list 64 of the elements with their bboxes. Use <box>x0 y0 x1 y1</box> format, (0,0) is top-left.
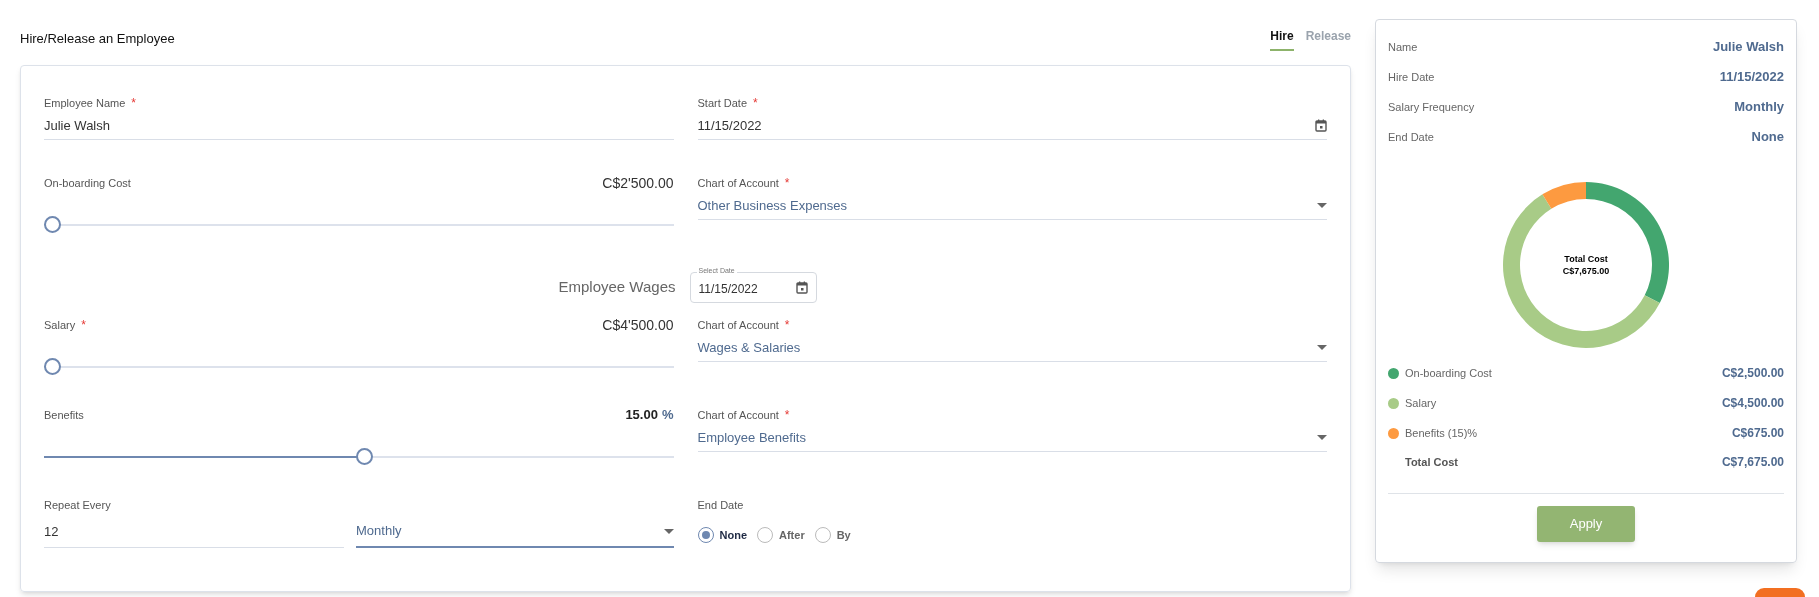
radio-option[interactable]: After <box>757 527 805 544</box>
section-heading: Employee Wages <box>558 276 676 297</box>
tab[interactable]: Hire <box>1270 26 1294 51</box>
required-mark: * <box>753 95 758 112</box>
radio-option[interactable]: By <box>814 527 851 544</box>
chart-center-value: C$7,675.00 <box>1562 265 1610 277</box>
floating-action-button[interactable] <box>1755 588 1805 597</box>
required-mark: * <box>81 317 86 334</box>
dropdown-field[interactable]: Employee Benefits <box>697 424 1327 452</box>
summary-value: Monthly <box>1734 98 1784 117</box>
summary-label: Salary Frequency <box>1388 99 1475 115</box>
caret-icon <box>663 528 674 534</box>
legend-label: Salary <box>1405 395 1437 411</box>
summary-label: Name <box>1388 39 1418 55</box>
chart-center-label: Total Cost <box>1564 253 1608 265</box>
summary-label: Hire Date <box>1388 69 1435 85</box>
input-field[interactable]: Julie Walsh <box>44 112 674 140</box>
input-field[interactable]: 11/15/2022 <box>697 112 1327 140</box>
required-mark: * <box>784 175 790 192</box>
field-label: Benefits <box>44 407 84 423</box>
caret-icon <box>1317 345 1327 350</box>
legend-label: On-boarding Cost <box>1405 365 1492 381</box>
amount-value: C$2'500.00 <box>602 173 674 193</box>
input-field[interactable]: 12 <box>44 516 344 548</box>
calendar-icon[interactable] <box>795 280 808 294</box>
slider-thumb[interactable] <box>356 448 374 465</box>
page-title: Hire/Release an Employee <box>20 29 175 48</box>
caret-icon <box>1317 435 1327 440</box>
field-label: End Date <box>697 497 744 513</box>
unit-label: % <box>661 406 674 425</box>
amount-value: 15.00 <box>625 406 658 425</box>
field-label: Employee Name <box>44 95 126 111</box>
summary-value: None <box>1751 128 1784 147</box>
field-label: On-boarding Cost <box>44 175 131 191</box>
dropdown-field[interactable]: Monthly <box>356 516 674 548</box>
required-mark: * <box>784 317 790 334</box>
total-label: Total Cost <box>1405 454 1458 470</box>
radio-option[interactable]: None <box>697 527 747 544</box>
legend-value: C$4,500.00 <box>1721 395 1784 412</box>
legend-value: C$675.00 <box>1731 425 1784 442</box>
required-mark: * <box>784 407 790 424</box>
field-label: Chart of Account <box>697 407 779 423</box>
slider-thumb[interactable] <box>44 358 61 375</box>
field-label: Repeat Every <box>44 497 111 513</box>
legend-label: Benefits (15)% <box>1405 425 1478 441</box>
slider-track[interactable] <box>44 216 674 233</box>
slider-thumb[interactable] <box>44 216 61 233</box>
legend-value: C$2,500.00 <box>1721 365 1784 382</box>
amount-value: C$4'500.00 <box>602 315 674 335</box>
slider-track[interactable] <box>44 358 674 375</box>
field-label: Start Date <box>697 95 748 111</box>
field-label: Chart of Account <box>697 317 779 333</box>
summary-label: End Date <box>1388 129 1434 145</box>
dropdown-field[interactable]: Wages & Salaries <box>697 334 1327 362</box>
field-label: Chart of Account <box>697 175 779 191</box>
total-value: C$7,675.00 <box>1721 454 1784 471</box>
dropdown-field[interactable]: Other Business Expenses <box>697 192 1327 220</box>
summary-value: Julie Walsh <box>1712 38 1784 57</box>
summary-value: 11/15/2022 <box>1719 68 1784 87</box>
caret-icon <box>1317 203 1327 208</box>
calendar-icon[interactable] <box>1315 119 1327 132</box>
field-label: Salary <box>44 317 76 333</box>
required-mark: * <box>131 95 136 112</box>
slider-track[interactable] <box>44 448 674 465</box>
